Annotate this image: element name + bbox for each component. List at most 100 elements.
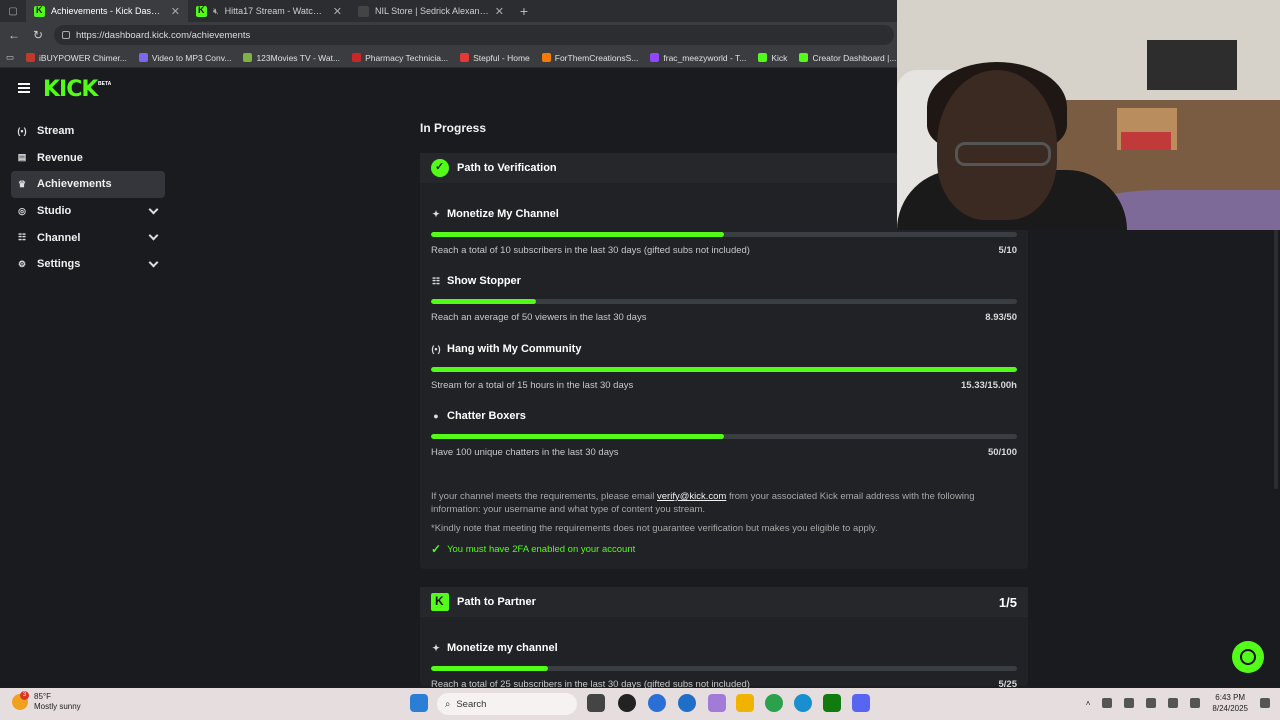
- site-info-icon[interactable]: [62, 31, 70, 39]
- achievement-description: Reach an average of 50 viewers in the la…: [431, 312, 647, 324]
- bookmark-favicon-icon: [243, 53, 253, 62]
- bookmark-item[interactable]: Video to MP3 Conv...: [138, 53, 231, 63]
- sidebar-item-achievements[interactable]: ♛ Achievements: [11, 171, 165, 198]
- info-note: *Kindly note that meeting the requiremen…: [431, 523, 878, 534]
- sidebar-item-settings[interactable]: ⚙ Settings: [11, 251, 165, 278]
- sparkle-icon: ✦: [432, 208, 440, 219]
- chevron-down-icon[interactable]: [148, 230, 159, 241]
- bookmark-item[interactable]: Stepful - Home: [460, 53, 530, 63]
- chrome-icon[interactable]: [765, 694, 783, 712]
- achievement-item: ☷ Show Stopper Reach an average of 50 view…: [431, 275, 1017, 323]
- close-tab-icon[interactable]: ✕: [171, 5, 180, 18]
- folder-icon[interactable]: ▭: [6, 52, 14, 63]
- close-tab-icon[interactable]: ✕: [333, 5, 342, 18]
- refresh-icon[interactable]: ↻: [30, 28, 46, 42]
- verify-email-link[interactable]: verify@kick.com: [657, 491, 726, 502]
- chevron-up-icon[interactable]: ˄: [1086, 699, 1091, 708]
- achievement-item: ● Chatter Boxers Have 100 unique chatters …: [431, 410, 1017, 458]
- chevron-down-icon[interactable]: [148, 257, 159, 268]
- checkmark-icon: ✓: [431, 542, 442, 556]
- achievement-name: Chatter Boxers: [447, 409, 526, 422]
- bookmark-item[interactable]: Pharmacy Technicia...: [352, 53, 448, 63]
- tab-achievements[interactable]: Achievements - Kick Dashboard ✕: [26, 0, 188, 22]
- achievement-title: ☷ Show Stopper: [431, 275, 1017, 287]
- bookmark-item[interactable]: 123Movies TV - Wat...: [243, 53, 340, 63]
- achievement-item: (•) Hang with My Community Stream for a to…: [431, 343, 1017, 391]
- start-icon[interactable]: [410, 694, 428, 712]
- sidebar-item-stream[interactable]: (•) Stream: [11, 118, 165, 145]
- notifications-icon[interactable]: [1260, 698, 1270, 708]
- weather-sun-icon: 3: [12, 691, 29, 710]
- clock-date: 8/24/2025: [1212, 704, 1248, 713]
- sidebar-item-studio[interactable]: ◎ Studio: [11, 198, 165, 225]
- gear-icon: ⚙: [17, 258, 27, 269]
- taskbar-search[interactable]: ⌕ Search: [437, 693, 577, 715]
- sidebar-item-revenue[interactable]: ▤ Revenue: [11, 145, 165, 172]
- task-view-icon[interactable]: [587, 694, 605, 712]
- support-chat-button[interactable]: [1232, 641, 1264, 673]
- beta-badge: BETA: [98, 81, 112, 87]
- menu-icon[interactable]: [18, 83, 30, 93]
- bookmark-item[interactable]: iBUYPOWER Chimer...: [26, 53, 127, 63]
- new-tab-button[interactable]: +: [512, 3, 536, 19]
- webcam-overlay: [897, 0, 1280, 230]
- bookmark-item[interactable]: ForThemCreationsS...: [541, 53, 638, 63]
- kick-logo[interactable]: KICK: [43, 77, 98, 102]
- progress-fill: [431, 666, 549, 671]
- sidebar-item-label: Achievements: [37, 178, 112, 191]
- progress-fill: [431, 299, 536, 305]
- sidebar-item-label: Channel: [37, 231, 81, 244]
- progress-bar: [431, 366, 1017, 372]
- sidebar-item-channel[interactable]: ☷ Channel: [11, 224, 165, 251]
- copilot-icon[interactable]: [648, 694, 666, 712]
- sparkle-icon: ✦: [432, 642, 440, 653]
- back-arrow-icon[interactable]: ←: [6, 28, 22, 42]
- search-icon: ⌕: [445, 698, 451, 710]
- discord-icon[interactable]: [852, 694, 870, 712]
- studio-icon: ◎: [18, 205, 26, 216]
- url-field[interactable]: https://dashboard.kick.com/achievements: [54, 25, 894, 45]
- app-icon[interactable]: [678, 694, 696, 712]
- network-icon[interactable]: [1102, 698, 1113, 708]
- bookmark-favicon-icon: [758, 53, 768, 62]
- tab-actions-icon[interactable]: ▢: [0, 0, 26, 22]
- windows-taskbar: 3 85°F Mostly sunny ⌕ Search ˄ 6:43 PM 8…: [0, 688, 1280, 720]
- tab-hitta17-stream[interactable]: 🔇︎ Hitta17 Stream - Watch Live ✕: [188, 0, 350, 22]
- bookmark-item[interactable]: Creator Dashboard |...: [799, 53, 896, 63]
- bookmark-item[interactable]: frac_meezyworld - T...: [650, 53, 746, 63]
- close-tab-icon[interactable]: ✕: [495, 5, 504, 18]
- file-explorer-icon[interactable]: [736, 694, 754, 712]
- card-title: Path to Partner: [457, 596, 536, 608]
- tab-nil-store[interactable]: NIL Store | Sedrick Alexander's Lo ✕: [350, 0, 512, 22]
- weather-desc: Mostly sunny: [34, 702, 81, 711]
- weather-widget[interactable]: 3 85°F Mostly sunny: [12, 691, 81, 712]
- muted-speaker-icon[interactable]: 🔇︎: [213, 6, 219, 17]
- partner-progress-count: 1/5: [998, 595, 1017, 610]
- achievement-description: Reach a total of 10 subscribers in the l…: [431, 245, 750, 256]
- bookmark-item[interactable]: Kick: [758, 53, 787, 63]
- bookmark-favicon-icon: [650, 53, 660, 62]
- sidebar-item-label: Studio: [37, 205, 72, 218]
- achievement-value: 5/10: [998, 245, 1018, 256]
- wifi-icon[interactable]: [1146, 698, 1157, 708]
- achievement-details: Have 100 unique chatters in the last 30 …: [431, 447, 1017, 458]
- microphone-icon[interactable]: [1124, 698, 1135, 708]
- achievement-name: Show Stopper: [447, 275, 521, 288]
- app-icon[interactable]: [618, 694, 636, 712]
- chevron-down-icon[interactable]: [148, 204, 159, 215]
- clock[interactable]: 6:43 PM 8/24/2025: [1212, 692, 1248, 714]
- volume-icon[interactable]: [1168, 698, 1179, 708]
- app-icon[interactable]: [708, 694, 726, 712]
- section-title: In Progress: [420, 121, 487, 135]
- xbox-icon[interactable]: [823, 694, 841, 712]
- weather-badge: 3: [20, 691, 29, 700]
- kick-icon: [34, 5, 45, 17]
- achievement-item: ✦ Monetize my channel Reach a total of 25 …: [431, 642, 1017, 690]
- battery-icon[interactable]: [1190, 698, 1201, 708]
- achievement-details: Reach an average of 50 viewers in the la…: [431, 312, 1017, 323]
- bookmark-favicon-icon: [541, 53, 551, 62]
- sidebar-item-label: Settings: [37, 258, 81, 271]
- info-text: If your channel meets the requirements, …: [431, 490, 1017, 516]
- edge-icon[interactable]: [794, 694, 812, 712]
- bookmark-label: iBUYPOWER Chimer...: [39, 52, 127, 63]
